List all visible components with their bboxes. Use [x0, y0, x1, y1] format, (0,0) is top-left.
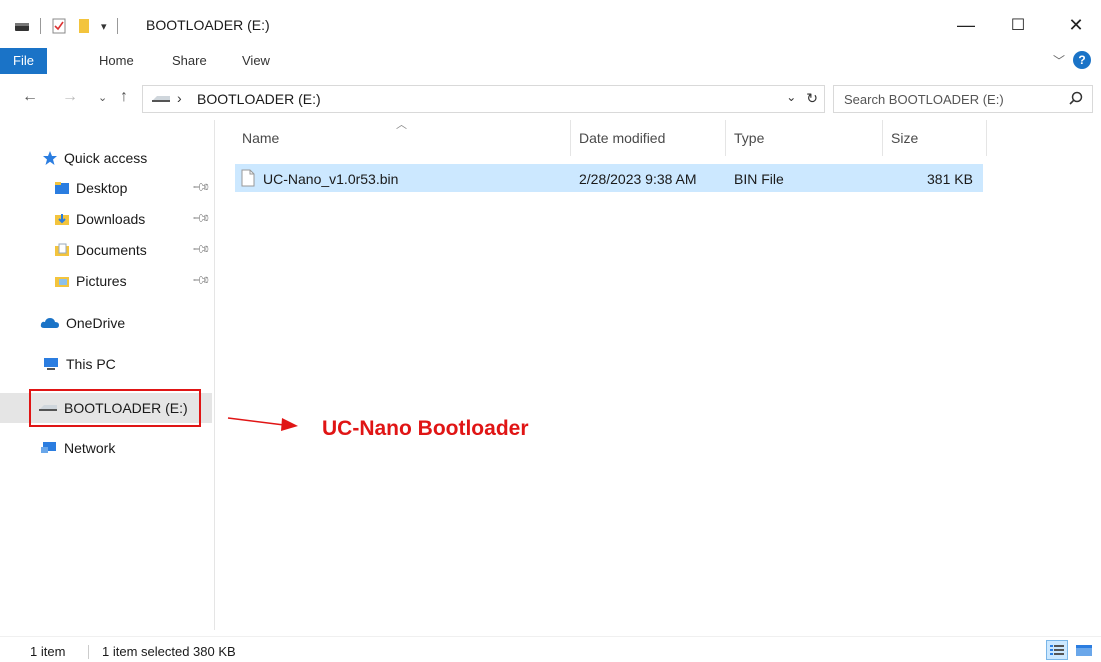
customize-toolbar-icon[interactable]: ▾ [101, 20, 107, 33]
sidebar-item-label: Downloads [76, 211, 146, 227]
search-placeholder: Search BOOTLOADER (E:) [844, 92, 1004, 107]
tab-home[interactable]: Home [99, 48, 134, 74]
details-view-icon[interactable] [1046, 640, 1068, 660]
sidebar-item-network[interactable]: Network [0, 434, 212, 462]
pin-icon: 📌︎ [191, 238, 212, 260]
maximize-button[interactable]: ☐ [1006, 13, 1030, 37]
pin-icon: 📌︎ [191, 176, 212, 198]
pin-icon: 📌︎ [191, 207, 212, 229]
column-divider[interactable] [570, 120, 571, 156]
help-icon[interactable]: ? [1073, 51, 1091, 69]
status-bar: 1 item 1 item selected 380 KB [0, 636, 1101, 662]
network-icon [41, 442, 56, 453]
file-date-modified: 2/28/2023 9:38 AM [579, 171, 697, 187]
desktop-folder-icon [55, 182, 69, 194]
column-header-type[interactable]: Type [734, 130, 764, 146]
sidebar-item-label: Documents [76, 242, 147, 258]
ribbon-tabs: File Home Share View ﹀ ? [0, 48, 1101, 74]
downloads-folder-icon [55, 214, 69, 225]
search-box[interactable]: Search BOOTLOADER (E:) [833, 85, 1093, 113]
documents-folder-icon [55, 243, 69, 256]
column-divider[interactable] [986, 120, 987, 156]
chevron-down-icon[interactable]: ⌄ [786, 90, 796, 107]
close-button[interactable]: ✕ [1064, 13, 1088, 37]
onedrive-cloud-icon [40, 318, 59, 328]
status-item-count: 1 item [30, 644, 66, 659]
annotation-arrow [227, 417, 298, 431]
file-type: BIN File [734, 171, 784, 187]
annotation-label: UC-Nano Bootloader [322, 417, 529, 440]
pictures-folder-icon [55, 277, 69, 287]
drive-icon [15, 23, 29, 31]
minimize-button[interactable]: — [954, 13, 978, 37]
search-icon[interactable] [1068, 90, 1084, 106]
address-bar[interactable]: › BOOTLOADER (E:) ⌄ ↻ [142, 85, 825, 113]
column-header-date-modified[interactable]: Date modified [579, 130, 665, 146]
tab-share[interactable]: Share [172, 48, 207, 74]
sidebar-item-desktop[interactable]: Desktop 📌︎ [0, 174, 212, 202]
drive-icon [152, 96, 170, 102]
chevron-right-icon: › [177, 90, 182, 106]
table-row[interactable]: UC-Nano_v1.0r53.bin 2/28/2023 9:38 AM BI… [235, 164, 983, 192]
sidebar-item-onedrive[interactable]: OneDrive [0, 309, 212, 337]
sidebar-item-quick-access[interactable]: Quick access [0, 144, 212, 172]
toolbar-separator [40, 18, 41, 34]
toolbar-separator [116, 18, 118, 34]
file-name: UC-Nano_v1.0r53.bin [263, 171, 399, 187]
properties-icon[interactable] [51, 18, 67, 34]
sidebar-item-label: Quick access [64, 150, 148, 166]
title-bar: ▾ BOOTLOADER (E:) — ☐ ✕ [0, 0, 1101, 48]
forward-button[interactable]: → [62, 88, 78, 106]
sidebar-item-this-pc[interactable]: This PC [0, 350, 212, 378]
tab-file[interactable]: File [0, 48, 47, 74]
expand-ribbon-icon[interactable]: ﹀ [1053, 52, 1065, 69]
refresh-icon[interactable]: ↻ [806, 90, 818, 107]
window-title: BOOTLOADER (E:) [146, 17, 270, 33]
highlight-box [29, 389, 201, 427]
up-button[interactable]: ↑ [120, 88, 128, 106]
sidebar-item-downloads[interactable]: Downloads 📌︎ [0, 205, 212, 233]
star-icon [43, 151, 57, 165]
quick-access-toolbar: ▾ [14, 18, 118, 34]
sidebar-item-label: OneDrive [66, 315, 126, 331]
column-divider[interactable] [725, 120, 726, 156]
sidebar-item-label: Pictures [76, 273, 127, 289]
sidebar-item-documents[interactable]: Documents 📌︎ [0, 236, 212, 264]
file-list: ︿ Name Date modified Type Size UC-Nano_v… [216, 119, 1101, 630]
computer-icon [44, 358, 58, 370]
status-separator [88, 645, 89, 659]
new-folder-icon[interactable] [77, 18, 91, 34]
sort-ascending-icon: ︿ [396, 119, 407, 131]
tab-view[interactable]: View [242, 48, 270, 74]
address-row: ← → ⌄ ↑ › BOOTLOADER (E:) ⌄ ↻ Search BOO… [0, 80, 1101, 116]
sidebar-item-label: This PC [66, 356, 116, 372]
navigation-pane: Quick access Desktop 📌︎ Downloads 📌︎ Doc… [0, 120, 215, 630]
status-selection: 1 item selected 380 KB [102, 644, 236, 659]
sidebar-item-label: Desktop [76, 180, 128, 196]
file-icon [241, 169, 255, 187]
back-button[interactable]: ← [22, 88, 38, 106]
sidebar-item-pictures[interactable]: Pictures 📌︎ [0, 267, 212, 295]
column-header-name[interactable]: Name [242, 130, 279, 146]
column-divider[interactable] [882, 120, 883, 156]
file-size: 381 KB [927, 171, 973, 187]
large-icons-view-icon[interactable] [1073, 640, 1095, 660]
address-path: BOOTLOADER (E:) [197, 91, 321, 107]
sidebar-item-label: Network [64, 440, 116, 456]
pin-icon: 📌︎ [191, 269, 212, 291]
recent-locations-icon[interactable]: ⌄ [98, 91, 107, 104]
column-header-size[interactable]: Size [891, 130, 918, 146]
